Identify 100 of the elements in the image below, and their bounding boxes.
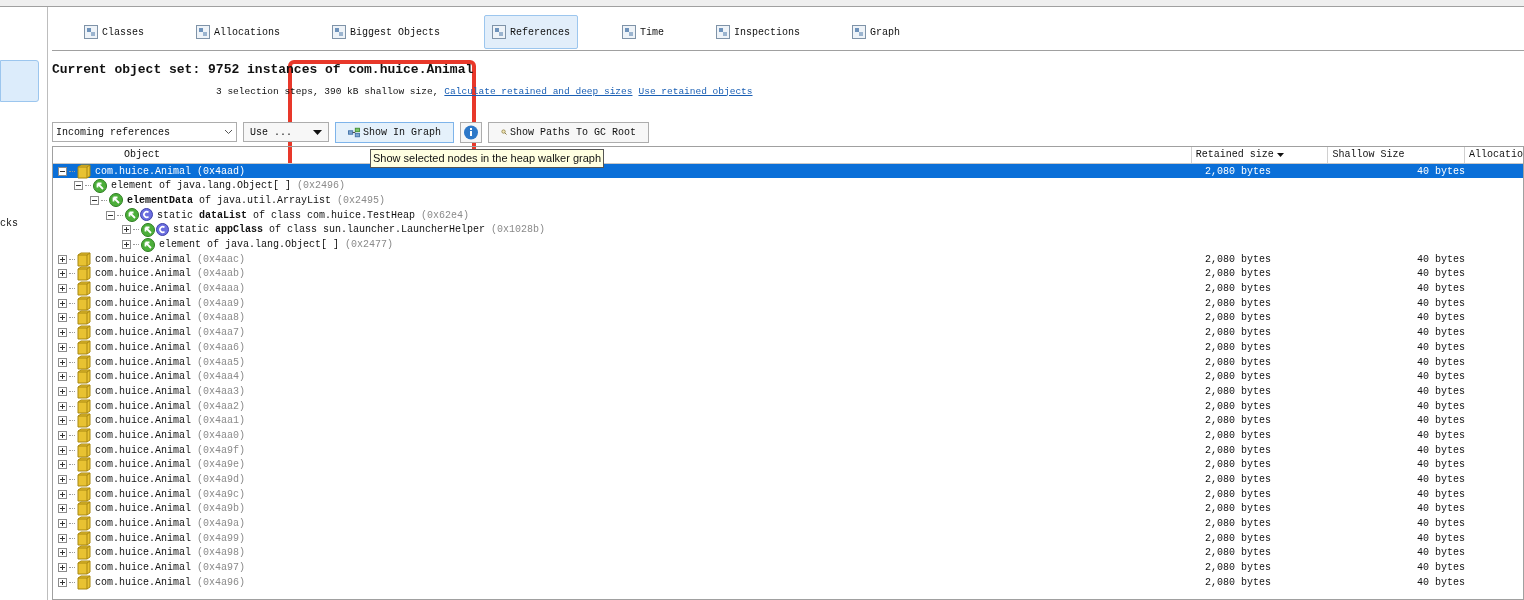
expand-toggle[interactable] xyxy=(58,430,67,440)
expand-toggle[interactable] xyxy=(58,533,67,543)
cylinder-icon xyxy=(77,398,91,414)
expand-toggle[interactable] xyxy=(122,240,131,250)
tree-row[interactable]: element of java.lang.Object[ ] (0x2477) xyxy=(53,237,1523,252)
collapse-toggle[interactable] xyxy=(74,181,83,191)
column-header[interactable]: Shallow Size xyxy=(1327,146,1464,163)
object-label: static dataList of class com.huice.TestHeap (0x62e4) xyxy=(157,208,470,223)
view-tab[interactable]: Classes xyxy=(76,15,152,49)
panel-icon xyxy=(84,25,98,39)
expand-toggle[interactable] xyxy=(58,460,67,470)
object-label: com.huice.Animal (0x4a98) xyxy=(95,546,246,561)
expand-toggle[interactable] xyxy=(58,577,67,587)
expand-toggle[interactable] xyxy=(58,416,67,426)
object-label: com.huice.Animal (0x4aa6) xyxy=(95,340,246,355)
table-cell-text: 2,080 bytes xyxy=(1204,428,1272,443)
object-label: com.huice.Animal (0x4a96) xyxy=(95,575,246,590)
tree-row[interactable]: com.huice.Animal (0x4a97) 2,080 bytes 40 bytes xyxy=(53,560,1523,575)
table-cell-text: 2,080 bytes xyxy=(1204,370,1272,385)
tree-row[interactable]: com.huice.Animal (0x4aa2) 2,080 bytes 40 bytes xyxy=(53,398,1523,414)
table-cell-text: 2,080 bytes xyxy=(1204,473,1272,488)
expand-toggle[interactable] xyxy=(58,269,67,279)
collapse-toggle[interactable] xyxy=(58,166,67,176)
cylinder-icon xyxy=(77,516,91,532)
tree-row[interactable]: com.huice.Animal (0x4aab) 2,080 bytes 40 bytes xyxy=(53,266,1523,282)
expand-toggle[interactable] xyxy=(58,357,67,367)
tree-row[interactable]: com.huice.Animal (0x4a9f) 2,080 bytes 40 bytes xyxy=(53,442,1523,458)
tree-row[interactable]: com.huice.Animal (0x4aa4) 2,080 bytes 40 bytes xyxy=(53,369,1523,385)
cylinder-icon xyxy=(77,472,91,488)
tree-row[interactable]: com.huice.Animal (0x4aa3) 2,080 bytes 40 bytes xyxy=(53,384,1523,399)
expand-toggle[interactable] xyxy=(58,475,67,485)
column-header[interactable]: Allocatio xyxy=(1464,146,1523,163)
table-cell-text: 2,080 bytes xyxy=(1204,502,1272,517)
tree-row[interactable]: com.huice.Animal (0x4a9c) 2,080 bytes 40 bytes xyxy=(53,486,1523,502)
tree-row[interactable]: com.huice.Animal (0x4aa6) 2,080 bytes 40 bytes xyxy=(53,340,1523,355)
expand-toggle[interactable] xyxy=(58,519,67,529)
table-cell-text: 40 bytes xyxy=(1416,164,1466,179)
tree-row[interactable]: com.huice.Animal (0x4aa5) 2,080 bytes 40 bytes xyxy=(53,354,1523,370)
view-tab[interactable]: References xyxy=(484,15,579,49)
tree-row[interactable]: com.huice.Animal (0x4aa7) 2,080 bytes 40 bytes xyxy=(53,325,1523,340)
expand-toggle[interactable] xyxy=(58,548,67,558)
tree-row[interactable]: com.huice.Animal (0x4a9a) 2,080 bytes 40 bytes xyxy=(53,516,1523,531)
expand-toggle[interactable] xyxy=(58,504,67,514)
object-label: com.huice.Animal (0x4aa2) xyxy=(95,399,246,414)
expand-toggle[interactable] xyxy=(58,386,67,396)
view-tab[interactable]: Allocations xyxy=(188,15,289,49)
tree-row[interactable]: com.huice.Animal (0x4a9d) 2,080 bytes 40 bytes xyxy=(53,472,1523,487)
expand-toggle[interactable] xyxy=(58,328,67,338)
tree-row[interactable]: element of java.lang.Object[ ] (0x2496) xyxy=(53,178,1523,194)
action-link[interactable]: Use retained objects xyxy=(638,84,753,99)
object-label: com.huice.Animal (0x4aa9) xyxy=(95,296,246,311)
expand-toggle[interactable] xyxy=(58,563,67,573)
tree-row[interactable]: com.huice.Animal (0x4aa1) 2,080 bytes 40 bytes xyxy=(53,413,1523,429)
view-tab[interactable]: Graph xyxy=(844,15,909,49)
tree-row[interactable]: com.huice.Animal (0x4aaa) 2,080 bytes 40 bytes xyxy=(53,281,1523,296)
cylinder-icon xyxy=(77,295,91,311)
view-tab[interactable]: Time xyxy=(614,15,673,49)
chevron-down-icon xyxy=(224,129,233,136)
tree-row[interactable]: com.huice.Animal (0x4a98) 2,080 bytes 40 bytes xyxy=(53,545,1523,561)
tree-row[interactable]: com.huice.Animal (0x4a9e) 2,080 bytes 40 bytes xyxy=(53,457,1523,473)
expand-toggle[interactable] xyxy=(58,445,67,455)
class-badge-icon xyxy=(156,222,169,236)
references-dropdown[interactable]: Incoming references xyxy=(52,122,237,143)
tree-row[interactable]: elementData of java.util.ArrayList (0x2495) xyxy=(53,193,1523,208)
show-in-graph-button[interactable]: Show In Graph xyxy=(335,121,454,143)
object-label: com.huice.Animal (0x4a9c) xyxy=(95,487,246,502)
collapse-toggle[interactable] xyxy=(106,210,115,220)
tree-row[interactable]: static dataList of class com.huice.TestHeap (0x62e4) xyxy=(53,207,1523,223)
arrow-badge-icon xyxy=(109,193,123,208)
object-label: com.huice.Animal (0x4a9d) xyxy=(95,473,246,488)
tree-row[interactable]: com.huice.Animal (0x4aac) 2,080 bytes 40 bytes xyxy=(53,251,1523,267)
panel-icon xyxy=(492,25,507,39)
view-tab[interactable]: Biggest Objects xyxy=(324,15,449,49)
show-paths-button[interactable]: Show Paths To GC Root xyxy=(488,121,649,143)
tree-row[interactable]: com.huice.Animal (0x4aa9) 2,080 bytes 40 bytes xyxy=(53,295,1523,311)
expand-toggle[interactable] xyxy=(58,401,67,411)
expand-toggle[interactable] xyxy=(58,284,67,294)
expand-toggle[interactable] xyxy=(58,342,67,352)
tree-row[interactable]: com.huice.Animal (0x4a96) 2,080 bytes 40 bytes xyxy=(53,575,1523,590)
info-icon[interactable] xyxy=(460,121,482,143)
expand-toggle[interactable] xyxy=(58,254,67,264)
collapse-toggle[interactable] xyxy=(90,195,99,205)
object-label: com.huice.Animal (0x4a99) xyxy=(95,531,246,546)
tree-row[interactable]: com.huice.Animal (0x4aa8) 2,080 bytes 40 bytes xyxy=(53,310,1523,326)
tree-row[interactable]: com.huice.Animal (0x4a99) 2,080 bytes 40 bytes xyxy=(53,530,1523,546)
use-button[interactable]: Use ... xyxy=(243,122,329,143)
column-header[interactable]: Retained size xyxy=(1190,146,1328,163)
expand-toggle[interactable] xyxy=(122,225,131,235)
expand-toggle[interactable] xyxy=(58,489,67,499)
caret-icon xyxy=(313,129,322,135)
arrow-badge-icon xyxy=(125,208,139,223)
sidebar-label: cks xyxy=(0,217,19,231)
view-tab[interactable]: Inspections xyxy=(708,15,809,49)
tree-row[interactable]: com.huice.Animal (0x4aa0) 2,080 bytes 40 bytes xyxy=(53,428,1523,443)
expand-toggle[interactable] xyxy=(58,313,67,323)
table-cell-text: 2,080 bytes xyxy=(1204,517,1272,532)
tree-row[interactable]: static appClass of class sun.launcher.LauncherHelper (0x1028b) xyxy=(53,222,1523,238)
expand-toggle[interactable] xyxy=(58,372,67,382)
tree-row[interactable]: com.huice.Animal (0x4a9b) 2,080 bytes 40 bytes xyxy=(53,501,1523,517)
expand-toggle[interactable] xyxy=(58,298,67,308)
